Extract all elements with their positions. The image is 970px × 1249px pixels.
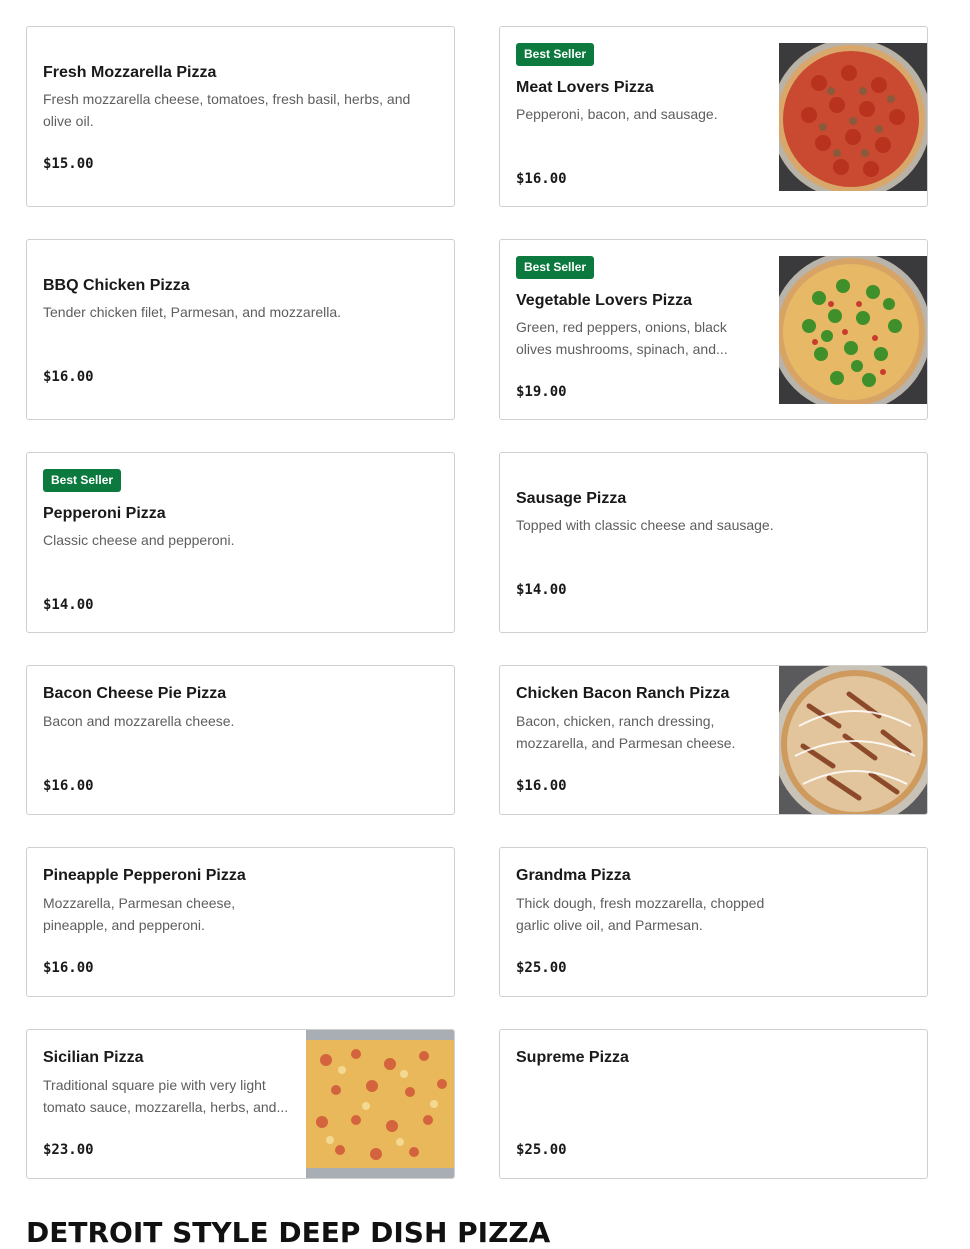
item-description: Fresh mozzarella cheese, tomatoes, fresh… (43, 91, 411, 129)
best-seller-badge: Best Seller (43, 469, 122, 492)
menu-item-card[interactable]: Sausage Pizza Topped with classic cheese… (499, 452, 928, 633)
item-price: $19.00 (516, 384, 567, 400)
item-description: Topped with classic cheese and sausage. (516, 517, 774, 533)
menu-item-card[interactable]: Bacon Cheese Pie Pizza Bacon and mozzare… (26, 665, 455, 815)
item-price: $16.00 (43, 369, 94, 385)
item-description: Mozzarella, Parmesan cheese, pineapple, … (43, 895, 236, 933)
item-price: $14.00 (516, 582, 567, 598)
item-description: Traditional square pie with very light t… (43, 1077, 289, 1115)
menu-item-card[interactable]: Sicilian Pizza Traditional square pie wi… (26, 1029, 455, 1179)
menu-item-card[interactable]: Pineapple Pepperoni Pizza Mozzarella, Pa… (26, 847, 455, 997)
item-name: Chicken Bacon Ranch Pizza (516, 685, 730, 702)
menu-item-card[interactable]: Grandma Pizza Thick dough, fresh mozzare… (499, 847, 928, 997)
item-name: BBQ Chicken Pizza (43, 277, 190, 294)
item-description: Bacon and mozzarella cheese. (43, 713, 235, 729)
item-price: $23.00 (43, 1142, 94, 1158)
menu-item-card[interactable]: Best Seller Meat Lovers Pizza Pepperoni,… (499, 26, 928, 207)
item-name: Bacon Cheese Pie Pizza (43, 685, 227, 702)
item-name: Fresh Mozzarella Pizza (43, 64, 217, 81)
item-description: Tender chicken filet, Parmesan, and mozz… (43, 304, 342, 320)
menu-item-card[interactable]: Supreme Pizza $25.00 (499, 1029, 928, 1179)
item-price: $16.00 (43, 778, 94, 794)
item-description: Bacon, chicken, ranch dressing, mozzarel… (516, 713, 736, 751)
item-price: $14.00 (43, 597, 94, 613)
pizza-image (779, 666, 927, 814)
pizza-image (779, 43, 927, 191)
item-description: Classic cheese and pepperoni. (43, 532, 235, 548)
best-seller-badge: Best Seller (516, 43, 595, 66)
menu-item-card[interactable]: BBQ Chicken Pizza Tender chicken filet, … (26, 239, 455, 420)
pizza-image (306, 1030, 454, 1178)
item-name: Pineapple Pepperoni Pizza (43, 867, 246, 884)
item-price: $25.00 (516, 1142, 567, 1158)
item-name: Meat Lovers Pizza (516, 79, 654, 96)
pizza-image (779, 256, 927, 404)
item-description: Pepperoni, bacon, and sausage. (516, 106, 718, 122)
item-description: Green, red peppers, onions, black olives… (516, 319, 728, 357)
menu-item-card[interactable]: Best Seller Vegetable Lovers Pizza Green… (499, 239, 928, 420)
item-name: Vegetable Lovers Pizza (516, 292, 693, 309)
best-seller-badge: Best Seller (516, 256, 595, 279)
menu-item-card[interactable]: Chicken Bacon Ranch Pizza Bacon, chicken… (499, 665, 928, 815)
menu-item-card[interactable]: Fresh Mozzarella Pizza Fresh mozzarella … (26, 26, 455, 207)
item-price: $15.00 (43, 156, 94, 172)
item-name: Sausage Pizza (516, 490, 627, 507)
section-title: DETROIT STYLE DEEP DISH PIZZA (26, 1216, 551, 1249)
item-name: Pepperoni Pizza (43, 505, 166, 522)
item-name: Grandma Pizza (516, 867, 631, 884)
item-price: $16.00 (43, 960, 94, 976)
item-price: $16.00 (516, 778, 567, 794)
menu-item-card[interactable]: Best Seller Pepperoni Pizza Classic chee… (26, 452, 455, 633)
item-price: $16.00 (516, 171, 567, 187)
item-description: Thick dough, fresh mozzarella, chopped g… (516, 895, 765, 933)
item-name: Sicilian Pizza (43, 1049, 144, 1066)
item-price: $25.00 (516, 960, 567, 976)
item-name: Supreme Pizza (516, 1049, 629, 1066)
